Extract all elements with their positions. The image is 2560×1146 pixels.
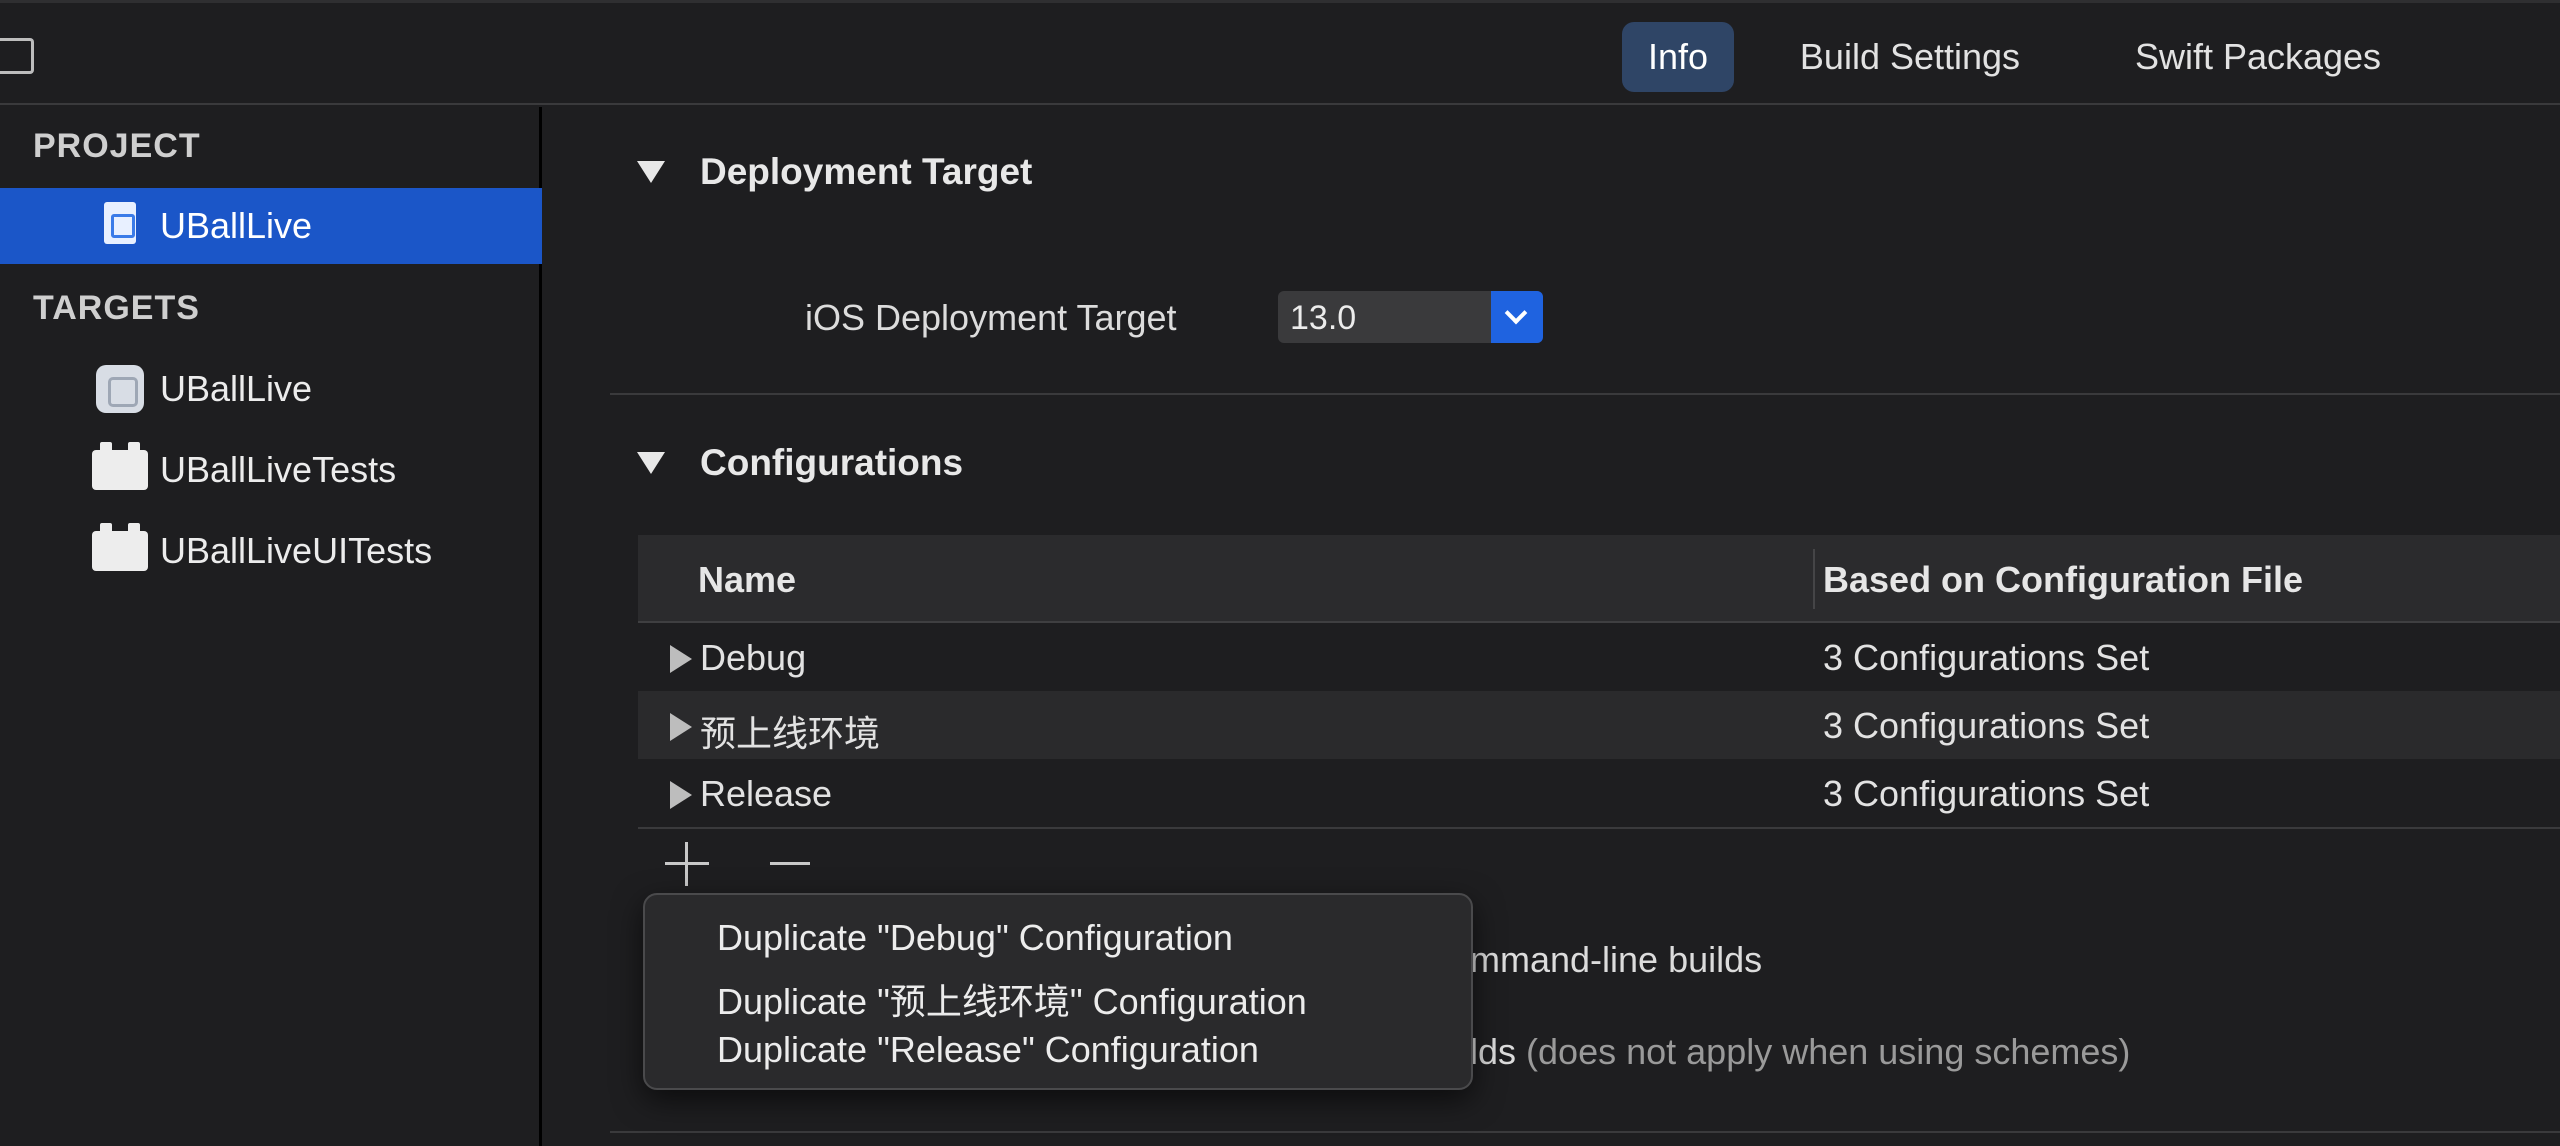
app-target-icon xyxy=(96,365,144,413)
deployment-target-title: Deployment Target xyxy=(700,151,1033,192)
sidebar-toggle-icon[interactable] xyxy=(0,38,34,74)
config-name: Debug xyxy=(700,637,807,678)
section-divider xyxy=(610,1131,2560,1133)
sidebar-item-target-tests[interactable]: UBallLiveTests xyxy=(0,432,542,508)
project-file-icon xyxy=(104,202,136,244)
column-header-name[interactable]: Name xyxy=(698,559,796,601)
project-section-header: PROJECT xyxy=(33,127,201,165)
disclosure-right-icon[interactable] xyxy=(670,645,692,673)
config-based-on: 3 Configurations Set xyxy=(1823,637,2150,678)
disclosure-down-icon[interactable] xyxy=(637,161,665,183)
command-line-builds-label: mmand-line builds xyxy=(1470,939,1763,980)
add-configuration-menu: Duplicate "Debug" Configuration Duplicat… xyxy=(643,893,1473,1090)
config-based-on: 3 Configurations Set xyxy=(1823,773,2150,814)
window-edge xyxy=(0,0,2560,3)
sidebar-item-target-app[interactable]: UBallLive xyxy=(0,351,542,427)
table-bottom-border xyxy=(638,827,2560,829)
note-main: lds xyxy=(1470,1031,1517,1072)
test-bundle-icon xyxy=(92,442,148,490)
config-name: Release xyxy=(700,773,833,814)
column-separator xyxy=(1813,549,1815,609)
section-divider xyxy=(610,393,2560,395)
ios-deployment-target-popup[interactable]: 13.0 xyxy=(1278,291,1543,343)
sidebar-item-project[interactable]: UBallLive xyxy=(0,188,542,264)
sidebar-item-label: UBallLiveTests xyxy=(160,449,397,490)
menu-item-duplicate-debug[interactable]: Duplicate "Debug" Configuration xyxy=(717,917,1233,959)
test-bundle-icon xyxy=(92,523,148,571)
disclosure-down-icon[interactable] xyxy=(637,452,665,474)
disclosure-right-icon[interactable] xyxy=(670,781,692,809)
table-row[interactable]: Debug 3 Configurations Set xyxy=(638,623,2560,691)
editor-tab-bar: Info Build Settings Swift Packages xyxy=(0,0,2560,105)
menu-item-duplicate-release[interactable]: Duplicate "Release" Configuration xyxy=(717,1029,1259,1071)
sidebar-item-label: UBallLive xyxy=(160,368,313,409)
chevron-down-icon xyxy=(1491,291,1543,343)
config-name: 预上线环境 xyxy=(700,713,881,754)
note-dim: (does not apply when using schemes) xyxy=(1526,1031,2131,1072)
tab-info[interactable]: Info xyxy=(1622,22,1734,92)
tab-build-settings[interactable]: Build Settings xyxy=(1770,22,2050,92)
config-based-on: 3 Configurations Set xyxy=(1823,705,2150,746)
column-header-based-on[interactable]: Based on Configuration File xyxy=(1823,559,2303,601)
table-row[interactable]: Release 3 Configurations Set xyxy=(638,759,2560,827)
tab-swift-packages[interactable]: Swift Packages xyxy=(2108,22,2408,92)
add-configuration-button[interactable] xyxy=(665,842,709,886)
targets-section-header: TARGETS xyxy=(33,289,200,327)
project-navigator-sidebar: PROJECT UBallLive TARGETS UBallLive UBal… xyxy=(0,107,542,1146)
sidebar-item-target-uitests[interactable]: UBallLiveUITests xyxy=(0,513,542,589)
table-header: Name Based on Configuration File xyxy=(638,535,2560,623)
table-row[interactable]: 预上线环境 3 Configurations Set xyxy=(638,691,2560,759)
ios-deployment-target-label: iOS Deployment Target xyxy=(805,297,1177,338)
menu-item-duplicate-preonline[interactable]: Duplicate "预上线环境" Configuration xyxy=(717,973,1307,1025)
sidebar-item-label: UBallLive xyxy=(160,205,313,246)
configurations-title: Configurations xyxy=(700,442,964,483)
xcode-project-editor: Info Build Settings Swift Packages PROJE… xyxy=(0,0,2560,1146)
sidebar-item-label: UBallLiveUITests xyxy=(160,530,433,571)
command-line-builds-note: lds (does not apply when using schemes) xyxy=(1470,1031,2130,1073)
remove-configuration-button[interactable] xyxy=(770,842,814,886)
popup-value: 13.0 xyxy=(1290,299,1357,337)
disclosure-right-icon[interactable] xyxy=(670,713,692,741)
